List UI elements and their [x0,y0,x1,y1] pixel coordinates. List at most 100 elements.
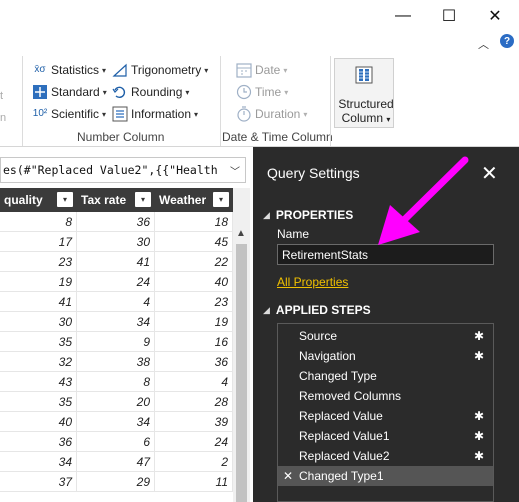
table-cell[interactable]: 34 [77,412,155,432]
table-cell[interactable]: 35 [0,332,77,352]
table-cell[interactable]: 38 [77,352,155,372]
statistics-button[interactable]: x̄σ Statistics ▾ [32,60,106,80]
chevron-down-icon[interactable]: ﹀ [230,163,240,178]
table-row[interactable]: 40 34 39 [0,412,233,432]
table-cell[interactable]: 4 [155,372,233,392]
help-icon[interactable]: ? [500,34,514,48]
table-cell[interactable]: 2 [155,452,233,472]
applied-step[interactable]: Removed Columns [278,386,493,406]
applied-step[interactable]: Replaced Value ✱ [278,406,493,426]
table-cell[interactable]: 11 [155,472,233,492]
properties-section-header[interactable]: ◢ PROPERTIES [263,208,353,222]
table-cell[interactable]: 18 [155,212,233,232]
applied-step[interactable]: Replaced Value2 ✱ [278,446,493,466]
caret-down-icon: ▾ [102,87,107,97]
applied-steps-section-header[interactable]: ◢ APPLIED STEPS [263,303,371,317]
table-cell[interactable]: 16 [155,332,233,352]
table-cell[interactable]: 19 [155,312,233,332]
table-cell[interactable]: 36 [155,352,233,372]
table-cell[interactable]: 32 [0,352,77,372]
table-cell[interactable]: 30 [77,232,155,252]
stopwatch-icon [236,106,252,122]
table-cell[interactable]: 39 [155,412,233,432]
table-cell[interactable]: 40 [0,412,77,432]
table-row[interactable]: 23 41 22 [0,252,233,272]
table-cell[interactable]: 30 [0,312,77,332]
table-cell[interactable]: 24 [155,432,233,452]
column-header[interactable]: quality ▾ [0,188,77,212]
all-properties-link[interactable]: All Properties [277,275,348,289]
standard-button[interactable]: Standard ▾ [32,82,107,102]
column-header[interactable]: Tax rate ▾ [77,188,155,212]
table-row[interactable]: 36 6 24 [0,432,233,452]
table-row[interactable]: 32 38 36 [0,352,233,372]
gear-icon[interactable]: ✱ [474,406,484,426]
scientific-button[interactable]: 10² Scientific ▾ [32,104,106,124]
table-cell[interactable]: 47 [77,452,155,472]
filter-dropdown-icon[interactable]: ▾ [57,192,73,207]
table-cell[interactable]: 45 [155,232,233,252]
ribbon-separator [22,56,23,146]
close-window-button[interactable]: ✕ [472,2,518,30]
applied-step[interactable]: Replaced Value1 ✱ [278,426,493,446]
table-row[interactable]: 8 36 18 [0,212,233,232]
table-row[interactable]: 17 30 45 [0,232,233,252]
delete-icon[interactable]: ✕ [283,466,293,486]
date-button[interactable]: Date ▾ [236,60,287,80]
table-cell[interactable]: 4 [77,292,155,312]
table-cell[interactable]: 35 [0,392,77,412]
table-row[interactable]: 35 9 16 [0,332,233,352]
formula-bar[interactable]: es(#"Replaced Value2",{{"Health [0,157,246,183]
table-row[interactable]: 30 34 19 [0,312,233,332]
table-cell[interactable]: 19 [0,272,77,292]
scrollbar-thumb[interactable] [236,244,247,502]
table-row[interactable]: 34 47 2 [0,452,233,472]
table-cell[interactable]: 34 [0,452,77,472]
table-cell[interactable]: 36 [0,432,77,452]
table-cell[interactable]: 22 [155,252,233,272]
filter-dropdown-icon[interactable]: ▾ [213,192,229,207]
table-cell[interactable]: 36 [77,212,155,232]
rounding-button[interactable]: Rounding ▾ [112,82,189,102]
table-cell[interactable]: 17 [0,232,77,252]
minimize-button[interactable]: — [380,2,426,30]
time-button[interactable]: Time ▾ [236,82,288,102]
gear-icon[interactable]: ✱ [474,426,484,446]
table-cell[interactable]: 24 [77,272,155,292]
table-cell[interactable]: 41 [0,292,77,312]
table-cell[interactable]: 9 [77,332,155,352]
information-button[interactable]: Information ▾ [112,104,198,124]
table-cell[interactable]: 40 [155,272,233,292]
table-cell[interactable]: 8 [77,372,155,392]
gear-icon[interactable]: ✱ [474,446,484,466]
table-cell[interactable]: 8 [0,212,77,232]
scroll-up-icon[interactable]: ▲ [236,228,246,239]
table-cell[interactable]: 29 [77,472,155,492]
close-pane-icon[interactable]: ✕ [481,161,498,186]
table-row[interactable]: 43 8 4 [0,372,233,392]
table-cell[interactable]: 41 [77,252,155,272]
maximize-button[interactable]: ☐ [426,2,472,30]
trigonometry-button[interactable]: Trigonometry ▾ [112,60,208,80]
filter-dropdown-icon[interactable]: ▾ [135,192,151,207]
table-cell[interactable]: 34 [77,312,155,332]
duration-button[interactable]: Duration ▾ [236,104,307,124]
table-cell[interactable]: 43 [0,372,77,392]
applied-step[interactable]: Navigation ✱ [278,346,493,366]
table-cell[interactable]: 28 [155,392,233,412]
table-row[interactable]: 41 4 23 [0,292,233,312]
table-cell[interactable]: 23 [0,252,77,272]
applied-step[interactable]: Changed Type1 ✕ [278,466,493,486]
column-header[interactable]: Weather ▾ [155,188,233,212]
table-cell[interactable]: 23 [155,292,233,312]
table-cell[interactable]: 20 [77,392,155,412]
table-cell[interactable]: 37 [0,472,77,492]
table-cell[interactable]: 6 [77,432,155,452]
table-row[interactable]: 19 24 40 [0,272,233,292]
table-row[interactable]: 37 29 11 [0,472,233,492]
gear-icon[interactable]: ✱ [474,326,484,346]
applied-step[interactable]: Source ✱ [278,326,493,346]
gear-icon[interactable]: ✱ [474,346,484,366]
table-row[interactable]: 35 20 28 [0,392,233,412]
applied-step[interactable]: Changed Type [278,366,493,386]
